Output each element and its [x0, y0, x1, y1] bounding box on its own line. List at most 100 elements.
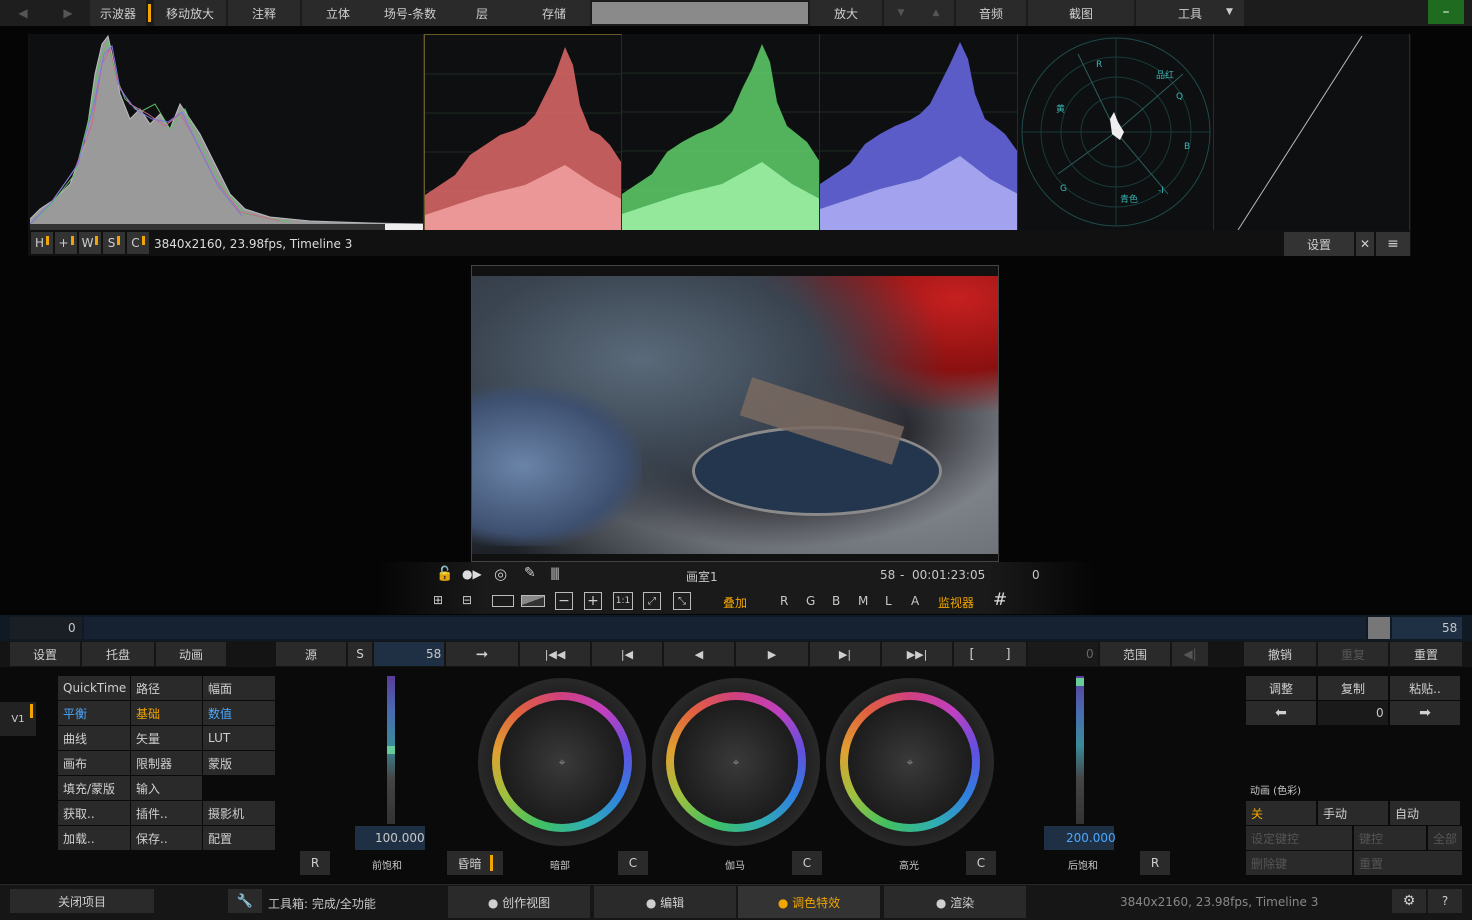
shadows-c-button[interactable]: C: [618, 851, 648, 875]
wrench-icon[interactable]: 🔧: [228, 889, 262, 913]
toggle-c[interactable]: C: [127, 232, 149, 254]
mark-in-icon[interactable]: [: [954, 642, 990, 666]
redo-button[interactable]: 重复: [1318, 642, 1388, 666]
source-button[interactable]: 源: [276, 642, 346, 666]
menu-values[interactable]: 数值: [203, 701, 275, 725]
postsat-slider[interactable]: [1076, 676, 1084, 824]
next-key-icon[interactable]: ▶|: [810, 642, 880, 666]
toggle-h[interactable]: H: [31, 232, 53, 254]
fullscreen-icon[interactable]: ⤡: [673, 592, 691, 610]
s-button[interactable]: S: [348, 642, 372, 666]
tab-edit[interactable]: ● 编辑: [594, 886, 736, 918]
menu-config[interactable]: 配置: [203, 826, 275, 850]
postsat-reset-button[interactable]: R: [1140, 851, 1170, 875]
menu-pan-zoom[interactable]: 移动放大: [154, 0, 226, 26]
grid-icon[interactable]: #: [993, 590, 1007, 610]
scope-settings-button[interactable]: 设置: [1284, 232, 1354, 256]
set-key-button[interactable]: 设定键控: [1246, 826, 1352, 850]
settings-tab[interactable]: 设置: [10, 642, 80, 666]
menu-canvas[interactable]: 画布: [58, 751, 130, 775]
shadows-wheel[interactable]: ⌖: [478, 678, 646, 846]
tab-color-effects[interactable]: ● 调色特效: [738, 886, 880, 918]
tray-tab[interactable]: 托盘: [82, 642, 154, 666]
playhead-handle[interactable]: [1368, 617, 1390, 639]
menu-layers[interactable]: 层: [446, 0, 518, 26]
key-reset-button[interactable]: 重置: [1354, 851, 1462, 875]
aspect-icon[interactable]: [492, 595, 514, 607]
menu-format[interactable]: 幅面: [203, 676, 275, 700]
close-icon[interactable]: ✕: [1356, 232, 1374, 256]
anim-auto-button[interactable]: 自动: [1390, 801, 1460, 825]
fit-icon[interactable]: ⤢: [643, 592, 661, 610]
video-viewer[interactable]: [471, 265, 999, 562]
back-arrow-icon[interactable]: ◀: [0, 0, 46, 26]
channel-g[interactable]: G: [806, 594, 815, 608]
all-keys-button[interactable]: 全部: [1428, 826, 1462, 850]
skip-end-icon[interactable]: ▶▶|: [882, 642, 952, 666]
overlay-button[interactable]: 叠加: [723, 594, 747, 611]
presat-reset-button[interactable]: R: [300, 851, 330, 875]
menu-storage[interactable]: 存储: [518, 0, 590, 26]
menu-vector[interactable]: 矢量: [131, 726, 202, 750]
copy-button[interactable]: 复制: [1318, 676, 1388, 700]
close-project-button[interactable]: 关闭项目: [10, 889, 154, 913]
timeline-track[interactable]: [84, 617, 1366, 639]
zoom-1-1-icon[interactable]: 1:1: [613, 592, 633, 610]
forward-arrow-icon[interactable]: ▶: [46, 0, 90, 26]
menu-zoom[interactable]: 放大: [810, 0, 882, 26]
aspect-alt-icon[interactable]: [521, 595, 545, 607]
menu-plugins[interactable]: 插件..: [131, 801, 202, 825]
channel-m[interactable]: M: [858, 594, 868, 608]
crosshair-icon[interactable]: ⌖: [556, 756, 568, 768]
channel-a[interactable]: A: [911, 594, 919, 608]
animation-tab[interactable]: 动画: [156, 642, 226, 666]
toggle-w[interactable]: W: [79, 232, 101, 254]
highlights-wheel[interactable]: ⌖: [826, 678, 994, 846]
menu-icon[interactable]: ≡: [1376, 232, 1410, 256]
help-button[interactable]: ?: [1428, 889, 1462, 913]
prev-key-icon[interactable]: |◀: [592, 642, 662, 666]
skip-start-icon[interactable]: |◀◀: [520, 642, 590, 666]
channel-b[interactable]: B: [832, 594, 840, 608]
menu-lut[interactable]: LUT: [203, 726, 275, 750]
fit-width-icon[interactable]: ⊟: [462, 593, 472, 607]
crosshair-icon[interactable]: ⌖: [904, 756, 916, 768]
tab-render[interactable]: ● 渲染: [884, 886, 1026, 918]
undo-button[interactable]: 撤销: [1244, 642, 1316, 666]
toggle-s[interactable]: S: [103, 232, 125, 254]
presat-slider-handle[interactable]: [387, 746, 395, 754]
menu-snapshot[interactable]: 截图: [1028, 0, 1134, 26]
anim-manual-button[interactable]: 手动: [1318, 801, 1388, 825]
play-icon[interactable]: ▶: [736, 642, 808, 666]
menu-path[interactable]: 路径: [131, 676, 202, 700]
globe-icon[interactable]: ◎: [494, 565, 507, 583]
reset-button[interactable]: 重置: [1390, 642, 1462, 666]
keys-button[interactable]: 键控: [1354, 826, 1426, 850]
tab-create-view[interactable]: ● 创作视图: [448, 886, 590, 918]
menu-annotations[interactable]: 注释: [228, 0, 300, 26]
gamma-c-button[interactable]: C: [792, 851, 822, 875]
menu-limiter[interactable]: 限制器: [131, 751, 202, 775]
delete-key-button[interactable]: 删除键: [1246, 851, 1352, 875]
menu-basic[interactable]: 基础: [131, 701, 202, 725]
menu-mask[interactable]: 蒙版: [203, 751, 275, 775]
channel-r[interactable]: R: [780, 594, 788, 608]
zoom-out-icon[interactable]: −: [555, 592, 573, 610]
menu-scene-take[interactable]: 场号-条数: [374, 0, 446, 26]
menu-load[interactable]: 加载..: [58, 826, 130, 850]
fit-frame-icon[interactable]: ⊞: [433, 593, 443, 607]
crosshair-icon[interactable]: ⌖: [730, 756, 742, 768]
goto-arrow-icon[interactable]: ➞: [446, 642, 518, 666]
pen-icon[interactable]: ✎: [524, 565, 536, 581]
paste-button[interactable]: 粘贴..: [1390, 676, 1460, 700]
postsat-slider-handle[interactable]: [1076, 678, 1084, 686]
monitor-button[interactable]: 监视器: [938, 594, 974, 611]
speaker-icon[interactable]: ◀|: [1172, 642, 1208, 666]
chevron-up-icon[interactable]: ▲: [918, 0, 954, 26]
menu-fill-mask[interactable]: 填充/蒙版: [58, 776, 130, 800]
gamma-wheel[interactable]: ⌖: [652, 678, 820, 846]
adjust-button[interactable]: 调整: [1246, 676, 1316, 700]
toggle-plus[interactable]: +: [55, 232, 77, 254]
menu-save[interactable]: 保存..: [131, 826, 202, 850]
menu-balance[interactable]: 平衡: [58, 701, 130, 725]
